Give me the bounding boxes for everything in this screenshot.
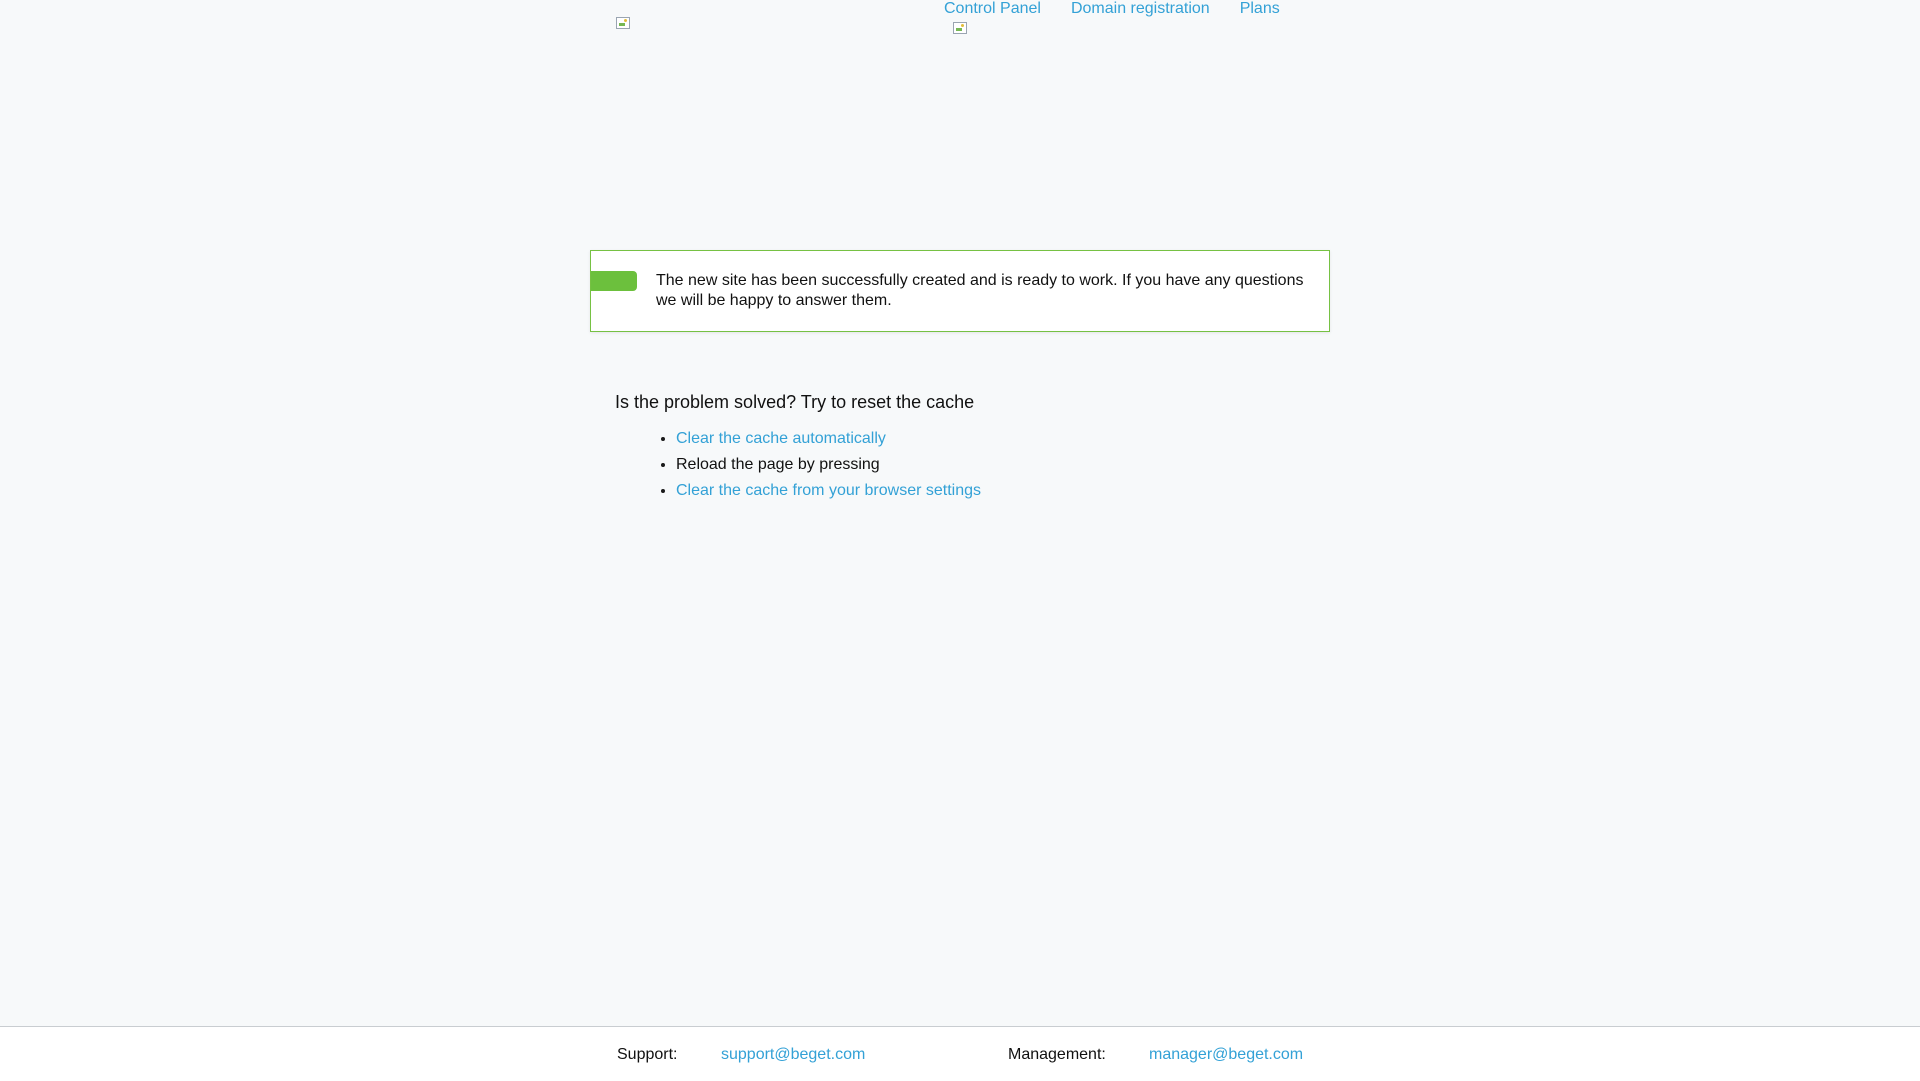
footer: Support: support@beget.com Management: m…: [0, 1026, 1920, 1081]
management-email-link[interactable]: manager@beget.com: [1149, 1045, 1303, 1065]
notice-tag: [591, 271, 637, 291]
support-email-link[interactable]: support@beget.com: [721, 1045, 865, 1065]
clear-cache-browser-settings-link[interactable]: Clear the cache from your browser settin…: [676, 482, 981, 499]
top-nav: Control Panel Domain registration Plans: [944, 0, 1280, 18]
nav-domain-registration[interactable]: Domain registration: [1071, 0, 1210, 18]
header: Control Panel Domain registration Plans: [0, 0, 1920, 60]
cache-help-section: Is the problem solved? Try to reset the …: [615, 390, 1315, 504]
nav-plans[interactable]: Plans: [1240, 0, 1280, 18]
broken-image-icon: [953, 22, 967, 34]
broken-image-icon: [616, 17, 630, 29]
clear-cache-automatically-link[interactable]: Clear the cache automatically: [676, 430, 886, 447]
reload-page-text: Reload the page by pressing: [676, 456, 880, 473]
nav-image: [952, 20, 968, 36]
cache-title: Is the problem solved? Try to reset the …: [615, 392, 975, 412]
nav-control-panel[interactable]: Control Panel: [944, 0, 1041, 18]
list-item: Reload the page by pressing: [676, 452, 1315, 478]
cache-steps-list: Clear the cache automatically Reload the…: [615, 426, 1315, 504]
logo-image[interactable]: [615, 15, 631, 31]
list-item: Clear the cache automatically: [676, 426, 1315, 452]
notice-text: The new site has been successfully creat…: [656, 272, 1304, 309]
management-label: Management:: [1008, 1046, 1106, 1063]
list-item: Clear the cache from your browser settin…: [676, 478, 1315, 504]
support-label: Support:: [617, 1046, 678, 1063]
success-notice: The new site has been successfully creat…: [590, 250, 1330, 332]
